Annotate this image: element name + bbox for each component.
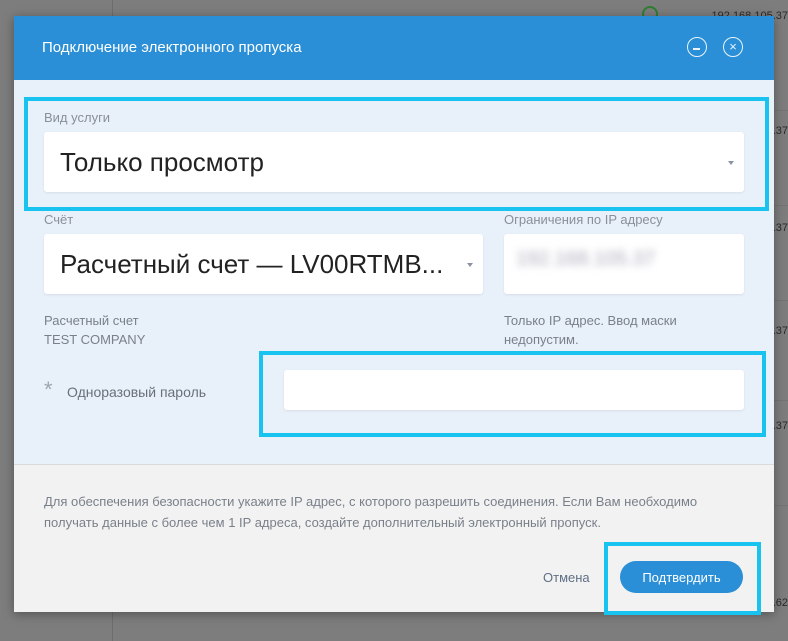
one-time-password-input[interactable] [284, 370, 744, 410]
background-ip-value: .37 [772, 420, 788, 432]
background-ip-value: .37 [772, 222, 788, 234]
cancel-button[interactable]: Отмена [543, 570, 590, 585]
confirm-button[interactable]: Подтвердить [620, 561, 743, 593]
ip-restriction-label: Ограничения по IP адресу [504, 212, 663, 227]
service-type-value: Только просмотр [60, 147, 264, 177]
security-notice: Для обеспечения безопасности укажите IP … [44, 494, 698, 530]
dialog-header: Подключение электронного пропуска × [14, 16, 774, 80]
one-time-password-label: Одноразовый пароль [67, 384, 207, 400]
close-circle-icon[interactable]: × [723, 37, 743, 57]
footer-divider [14, 464, 774, 465]
dialog-title: Подключение электронного пропуска [42, 39, 302, 56]
ip-restriction-hint: Только IP адрес. Ввод маски недопустим. [504, 313, 677, 347]
chevron-down-icon [467, 263, 473, 267]
background-ip-value: .37 [772, 125, 788, 137]
service-type-label: Вид услуги [44, 110, 111, 125]
account-value: Расчетный счет — LV00RTMB... [60, 249, 444, 279]
account-type-text: Расчетный счет [44, 313, 139, 328]
electronic-pass-dialog: Подключение электронного пропуска × Вид … [14, 16, 774, 612]
minimize-circle-icon[interactable] [687, 37, 707, 57]
ip-restriction-value: 192.168.105.37 [516, 248, 656, 270]
service-type-select[interactable]: Только просмотр [44, 132, 744, 192]
ip-restriction-input[interactable]: 192.168.105.37 [504, 234, 744, 294]
background-ip-value: .37 [772, 325, 788, 337]
background-ip-value: .62 [772, 597, 788, 609]
required-asterisk: * [44, 377, 53, 402]
account-label: Счёт [44, 212, 74, 227]
account-select[interactable]: Расчетный счет — LV00RTMB... [44, 234, 483, 294]
chevron-down-icon [728, 161, 734, 165]
account-company-text: TEST COMPANY [44, 332, 146, 347]
